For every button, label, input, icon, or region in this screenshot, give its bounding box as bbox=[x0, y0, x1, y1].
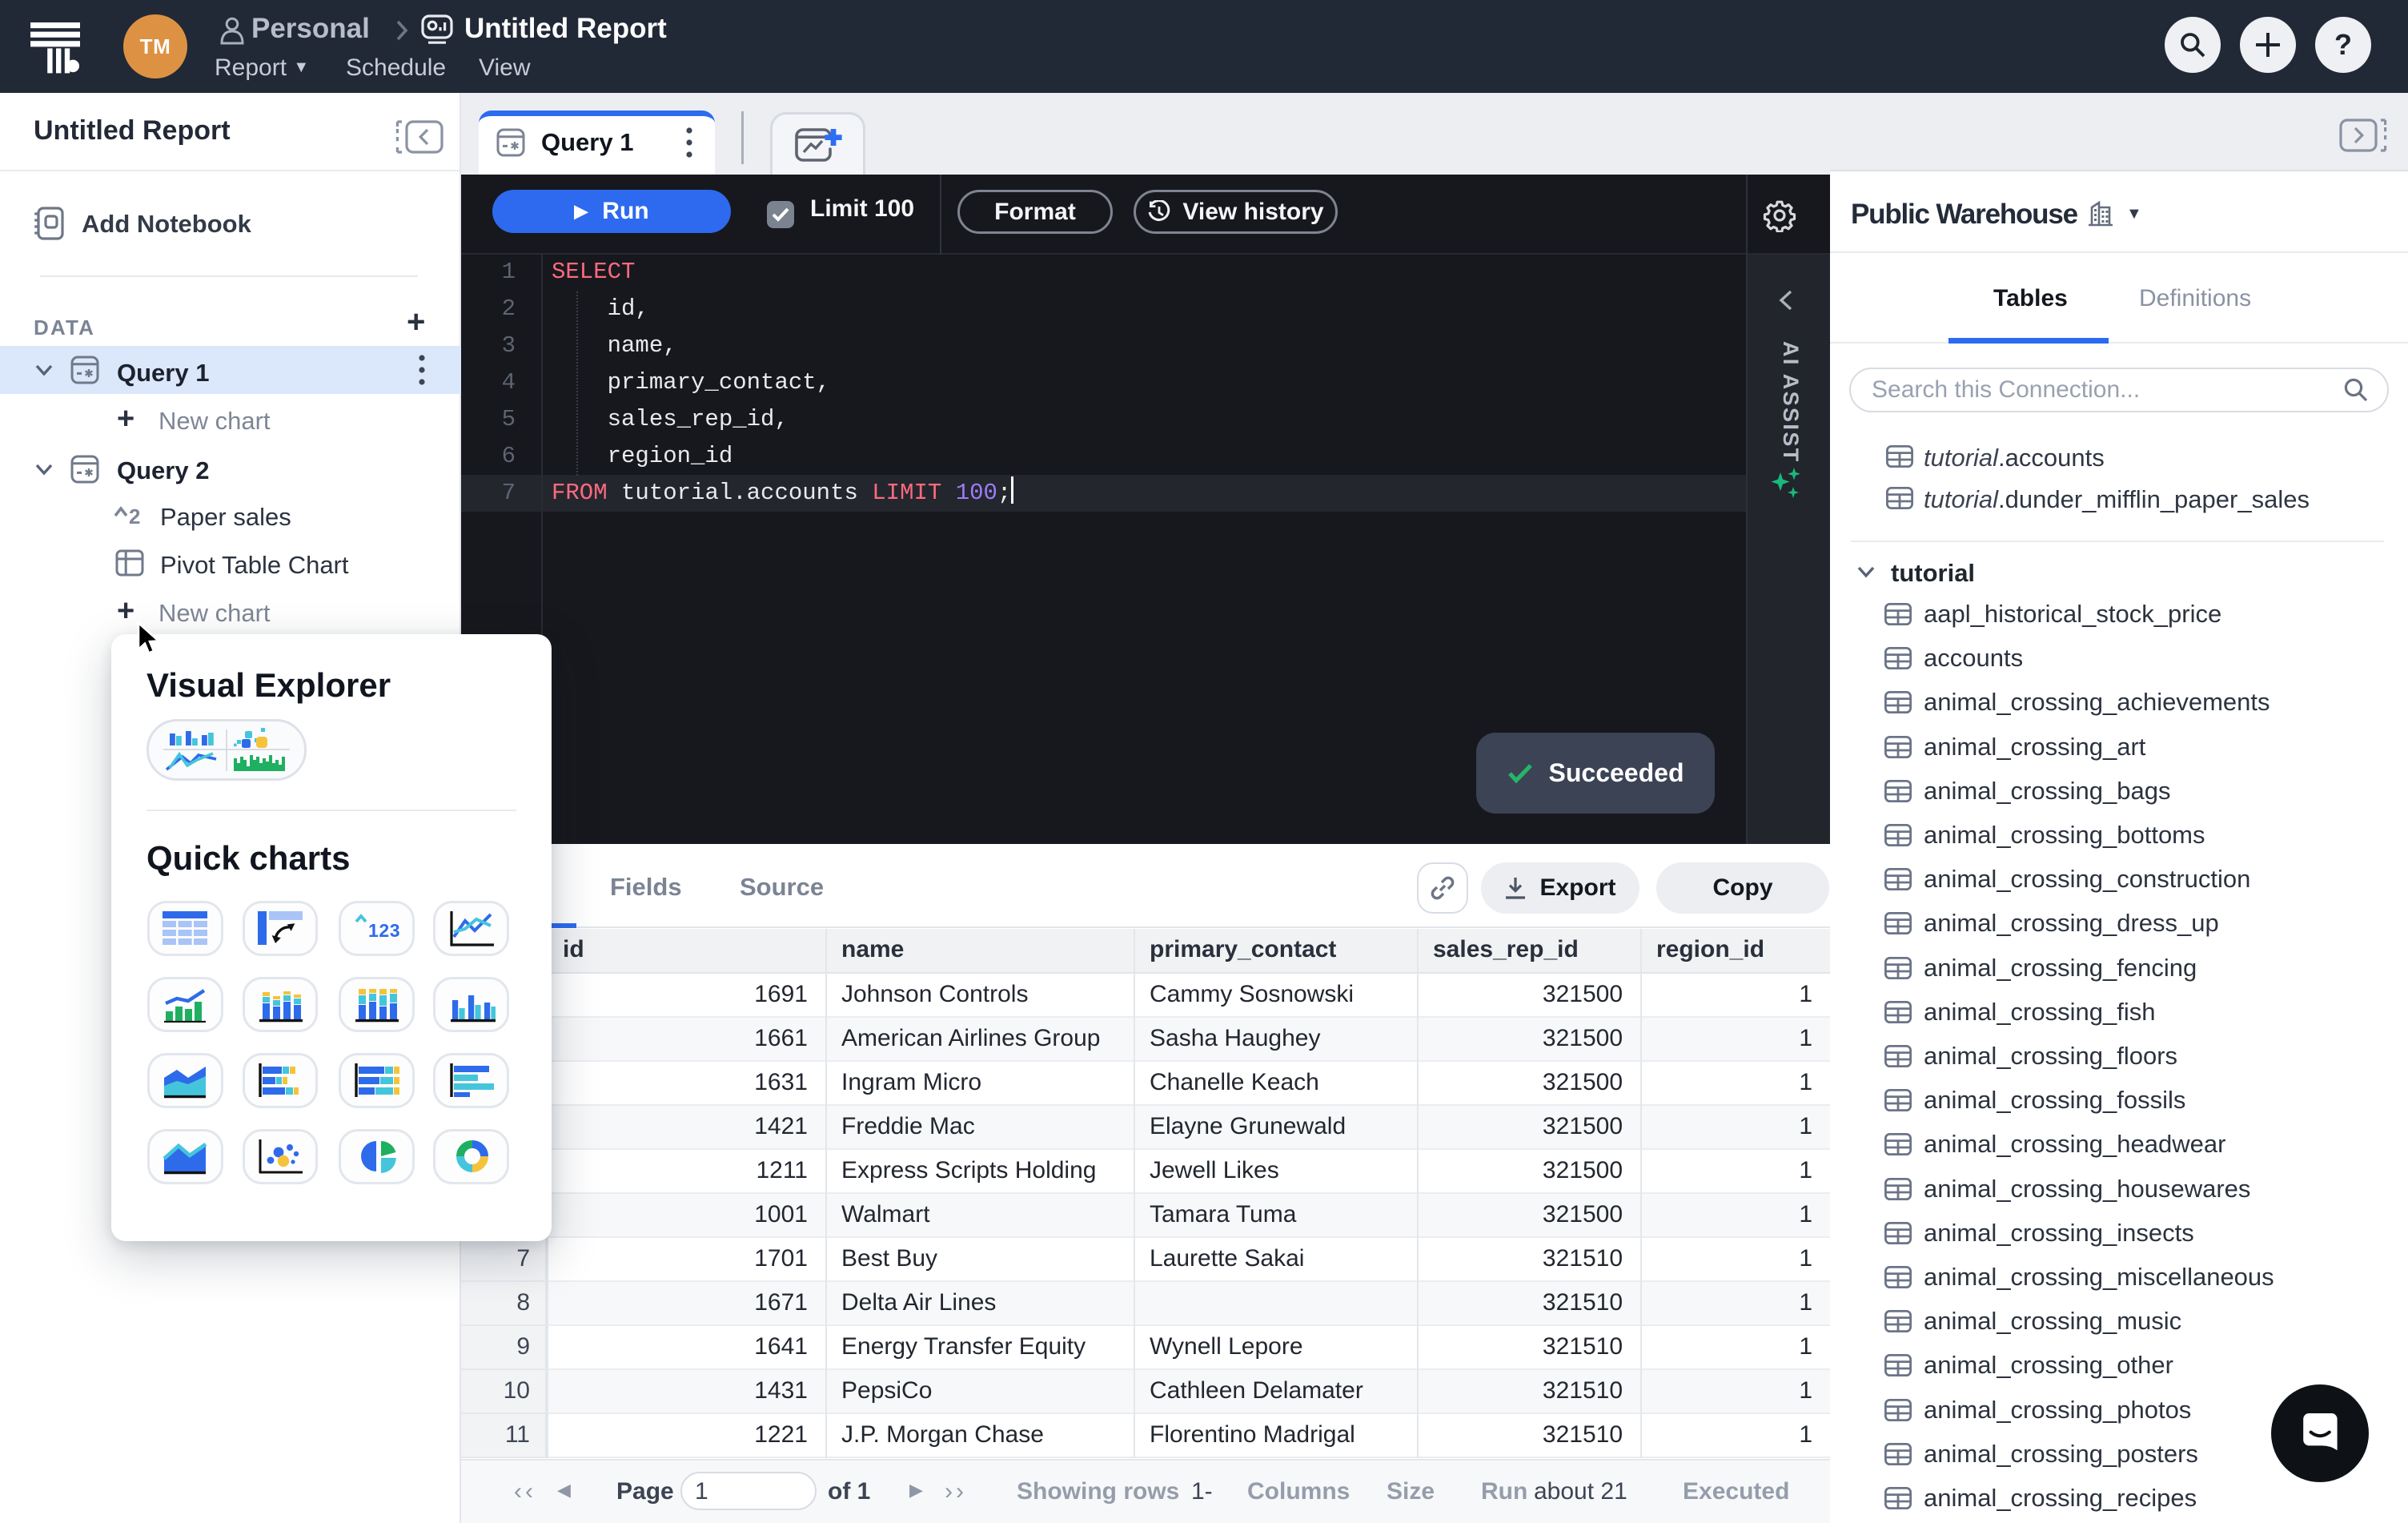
svg-text:2: 2 bbox=[129, 504, 140, 525]
svg-text:123: 123 bbox=[368, 920, 400, 941]
